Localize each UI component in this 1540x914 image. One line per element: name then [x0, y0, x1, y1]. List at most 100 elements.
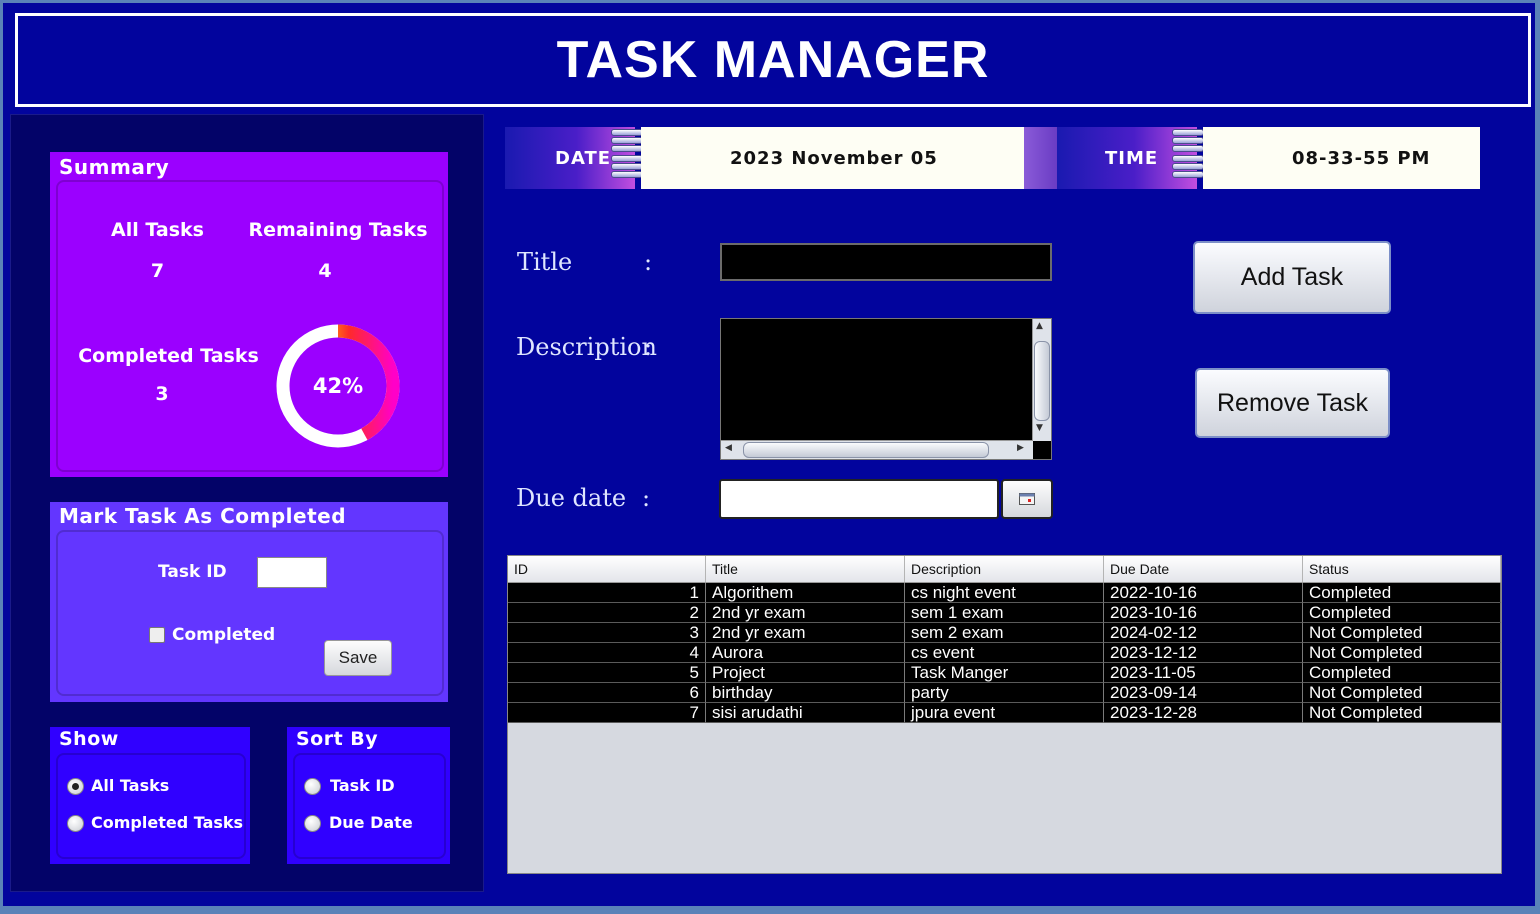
scroll-down-icon[interactable]: ▼ — [1036, 423, 1043, 433]
cell-due-date: 2023-09-14 — [1104, 683, 1303, 703]
mark-completed-title: Mark Task As Completed — [59, 504, 347, 528]
column-header-title[interactable]: Title — [706, 556, 905, 582]
cell-due-date: 2024-02-12 — [1104, 623, 1303, 643]
app-title: TASK MANAGER — [556, 31, 990, 89]
summary-title: Summary — [59, 155, 170, 179]
summary-panel: Summary All Tasks 7 Remaining Tasks 4 Co… — [50, 152, 448, 477]
cell-id: 2 — [508, 603, 706, 623]
show-completed-tasks-label: Completed Tasks — [91, 813, 244, 832]
add-task-button[interactable]: Add Task — [1193, 241, 1391, 314]
cell-due-date: 2023-12-28 — [1104, 703, 1303, 723]
show-all-tasks-label: All Tasks — [91, 776, 170, 795]
cell-due-date: 2022-10-16 — [1104, 583, 1303, 603]
table-row[interactable]: 2 2nd yr exam sem 1 exam 2023-10-16 Comp… — [508, 603, 1501, 623]
calendar-button[interactable] — [1001, 479, 1053, 519]
tasks-table: ID Title Description Due Date Status 1 A… — [507, 555, 1502, 874]
cell-id: 1 — [508, 583, 706, 603]
sort-inner-box — [293, 753, 446, 859]
date-spiral-icon — [611, 127, 643, 189]
cell-status: Completed — [1303, 583, 1501, 603]
column-header-status[interactable]: Status — [1303, 556, 1501, 582]
cell-status: Not Completed — [1303, 623, 1501, 643]
completed-checkbox[interactable] — [149, 627, 165, 643]
remaining-tasks-label: Remaining Tasks — [248, 219, 428, 241]
cell-description: sem 1 exam — [905, 603, 1104, 623]
cell-due-date: 2023-10-16 — [1104, 603, 1303, 623]
description-label: Description — [516, 333, 657, 361]
cell-id: 3 — [508, 623, 706, 643]
completed-tasks-label: Completed Tasks — [78, 345, 259, 367]
scroll-right-icon[interactable]: ▶ — [1017, 443, 1024, 453]
show-panel: Show All Tasks Completed Tasks — [50, 727, 250, 864]
show-inner-box — [56, 753, 246, 859]
cell-status: Not Completed — [1303, 683, 1501, 703]
cell-title: Algorithem — [706, 583, 905, 603]
time-spiral-icon — [1172, 127, 1204, 189]
table-row[interactable]: 1 Algorithem cs night event 2022-10-16 C… — [508, 583, 1501, 603]
vertical-scroll-thumb[interactable] — [1034, 341, 1050, 421]
cell-title: birthday — [706, 683, 905, 703]
remove-task-button[interactable]: Remove Task — [1195, 368, 1390, 438]
cell-description: cs event — [905, 643, 1104, 663]
table-body: 1 Algorithem cs night event 2022-10-16 C… — [508, 583, 1501, 723]
sort-title: Sort By — [296, 728, 379, 750]
due-date-input[interactable] — [719, 479, 999, 519]
cell-title: 2nd yr exam — [706, 603, 905, 623]
title-label: Title — [517, 248, 573, 276]
remaining-tasks-value: 4 — [318, 260, 332, 282]
sort-task-id-label: Task ID — [330, 776, 395, 795]
horizontal-scroll-thumb[interactable] — [743, 442, 989, 458]
description-vertical-scrollbar[interactable]: ▲ ▼ — [1032, 319, 1051, 441]
cell-due-date: 2023-11-05 — [1104, 663, 1303, 683]
sort-task-id-radio[interactable] — [304, 778, 321, 795]
cell-id: 4 — [508, 643, 706, 663]
description-horizontal-scrollbar[interactable]: ◀ ▶ — [721, 440, 1033, 459]
cell-description: cs night event — [905, 583, 1104, 603]
cell-description: jpura event — [905, 703, 1104, 723]
table-row[interactable]: 5 Project Task Manger 2023-11-05 Complet… — [508, 663, 1501, 683]
completed-checkbox-label: Completed — [172, 625, 276, 645]
calendar-icon — [1019, 493, 1035, 505]
column-header-id[interactable]: ID — [508, 556, 706, 582]
cell-description: sem 2 exam — [905, 623, 1104, 643]
show-all-tasks-radio[interactable] — [67, 778, 84, 795]
cell-description: party — [905, 683, 1104, 703]
table-row[interactable]: 3 2nd yr exam sem 2 exam 2024-02-12 Not … — [508, 623, 1501, 643]
cell-id: 6 — [508, 683, 706, 703]
cell-status: Completed — [1303, 663, 1501, 683]
sort-due-date-radio[interactable] — [304, 815, 321, 832]
table-row[interactable]: 6 birthday party 2023-09-14 Not Complete… — [508, 683, 1501, 703]
cell-id: 5 — [508, 663, 706, 683]
save-button[interactable]: Save — [324, 640, 392, 676]
task-id-input[interactable] — [257, 557, 327, 588]
scroll-left-icon[interactable]: ◀ — [725, 443, 732, 453]
mark-completed-panel: Mark Task As Completed Task ID Completed… — [50, 502, 448, 702]
progress-percent: 42% — [313, 374, 363, 398]
table-row[interactable]: 7 sisi arudathi jpura event 2023-12-28 N… — [508, 703, 1501, 723]
column-header-due-date[interactable]: Due Date — [1104, 556, 1303, 582]
column-header-description[interactable]: Description — [905, 556, 1104, 582]
cell-id: 7 — [508, 703, 706, 723]
cell-status: Not Completed — [1303, 643, 1501, 663]
title-colon: : — [644, 248, 653, 276]
sort-due-date-label: Due Date — [329, 813, 413, 832]
cell-title: 2nd yr exam — [706, 623, 905, 643]
cell-due-date: 2023-12-12 — [1104, 643, 1303, 663]
description-textarea[interactable]: ▲ ▼ ◀ ▶ — [720, 318, 1052, 460]
date-value: 2023 November 05 — [641, 127, 1024, 189]
completed-tasks-value: 3 — [155, 383, 169, 405]
due-date-colon: : — [642, 484, 651, 512]
table-row[interactable]: 4 Aurora cs event 2023-12-12 Not Complet… — [508, 643, 1501, 663]
show-title: Show — [59, 728, 119, 750]
show-completed-tasks-radio[interactable] — [67, 815, 84, 832]
task-id-label: Task ID — [158, 562, 227, 582]
title-input[interactable] — [720, 243, 1052, 281]
time-value: 08-33-55 PM — [1203, 127, 1480, 189]
scroll-up-icon[interactable]: ▲ — [1036, 321, 1043, 331]
header: TASK MANAGER — [15, 13, 1531, 107]
due-date-label: Due date — [516, 484, 627, 512]
date-divider — [1024, 127, 1057, 189]
cell-title: sisi arudathi — [706, 703, 905, 723]
cell-status: Completed — [1303, 603, 1501, 623]
all-tasks-label: All Tasks — [111, 219, 204, 241]
